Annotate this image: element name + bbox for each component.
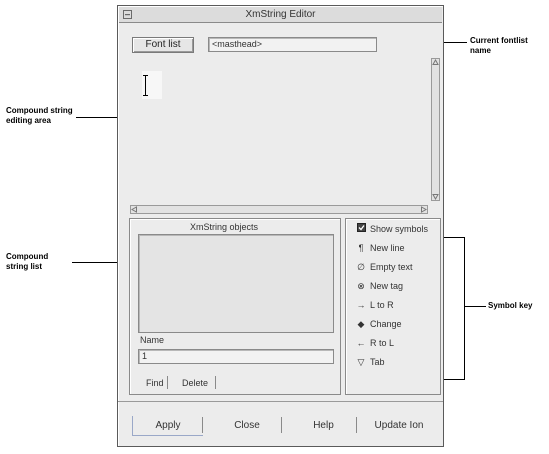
apply-button[interactable]: Apply — [132, 416, 203, 436]
symbol-key-item: ∅ Empty text — [355, 260, 413, 274]
symbol-key-item: ← R to L — [355, 336, 395, 350]
update-button[interactable]: Update Ion — [363, 416, 435, 436]
newline-symbol-icon: ¶ — [358, 243, 364, 253]
tab-symbol-icon: ▽ — [357, 357, 365, 367]
show-symbols-checkbox[interactable] — [355, 222, 367, 236]
text-cursor-top — [143, 75, 148, 76]
fontlist-callout-label: Current fontlist name — [470, 36, 528, 55]
find-button[interactable]: Find — [146, 378, 164, 388]
xmstring-objects-title: XmString objects — [190, 222, 259, 232]
show-symbols-label: Show symbols — [370, 224, 429, 234]
change-symbol-icon: ◆ — [357, 319, 365, 329]
left-to-right-symbol-icon: → — [356, 300, 366, 310]
font-list-button[interactable]: Font list — [132, 37, 194, 53]
delete-separator — [215, 376, 216, 389]
symbol-key-callout-line — [464, 306, 486, 307]
help-separator — [356, 417, 357, 433]
window-titlebar[interactable]: XmString Editor — [119, 7, 442, 23]
symbol-key-label: Change — [370, 319, 402, 329]
scroll-right-arrow-icon[interactable] — [420, 206, 427, 213]
symbol-key-item: ⊗ New tag — [355, 279, 403, 293]
checkbox-checked-icon — [356, 223, 366, 232]
symbol-key-item: ▽ Tab — [355, 355, 385, 369]
symbol-key-item: ¶ New line — [355, 241, 405, 255]
string-list-callout-label: Compound string list — [6, 252, 49, 271]
compound-string-editing-area[interactable] — [130, 58, 428, 201]
text-cursor — [145, 75, 146, 95]
right-to-left-symbol-icon: ← — [356, 338, 366, 348]
scroll-down-arrow-icon[interactable] — [432, 193, 439, 200]
xmstring-editor-window: XmString Editor Font list <masthead> XmS… — [117, 5, 444, 447]
show-symbols-toggle[interactable]: Show symbols — [355, 222, 428, 236]
bottom-separator — [118, 401, 443, 402]
close-separator — [281, 417, 282, 433]
help-button[interactable]: Help — [291, 416, 356, 436]
symbol-key-label: R to L — [370, 338, 395, 348]
name-field[interactable]: 1 — [138, 349, 334, 364]
apply-separator — [202, 417, 203, 433]
editing-area-horizontal-scrollbar[interactable] — [130, 205, 428, 214]
font-list-name-field[interactable]: <masthead> — [208, 37, 377, 52]
close-button[interactable]: Close — [212, 416, 282, 436]
empty-text-symbol-icon: ∅ — [357, 262, 365, 272]
symbol-key-item: → L to R — [355, 298, 394, 312]
delete-button[interactable]: Delete — [182, 378, 208, 388]
text-cursor-bottom — [143, 95, 148, 96]
symbol-key-label: New tag — [370, 281, 404, 291]
window-title: XmString Editor — [245, 9, 316, 20]
symbol-key-label: L to R — [370, 300, 394, 310]
symbol-key-label: Empty text — [370, 262, 413, 272]
symbol-key-item: ◆ Change — [355, 317, 402, 331]
compound-string-list[interactable] — [138, 234, 334, 333]
scroll-up-arrow-icon[interactable] — [432, 59, 439, 66]
scroll-left-arrow-icon[interactable] — [131, 206, 138, 213]
find-delete-separator — [167, 376, 168, 389]
editing-area-callout-label: Compound string editing area — [6, 106, 73, 125]
symbol-key-label: Tab — [370, 357, 385, 367]
symbol-key-bracket — [442, 237, 465, 380]
symbol-key-callout-label: Symbol key — [488, 301, 533, 310]
symbol-key-label: New line — [370, 243, 405, 253]
editing-area-vertical-scrollbar[interactable] — [431, 58, 440, 201]
name-label: Name — [140, 335, 165, 345]
new-tag-symbol-icon: ⊗ — [357, 281, 365, 291]
